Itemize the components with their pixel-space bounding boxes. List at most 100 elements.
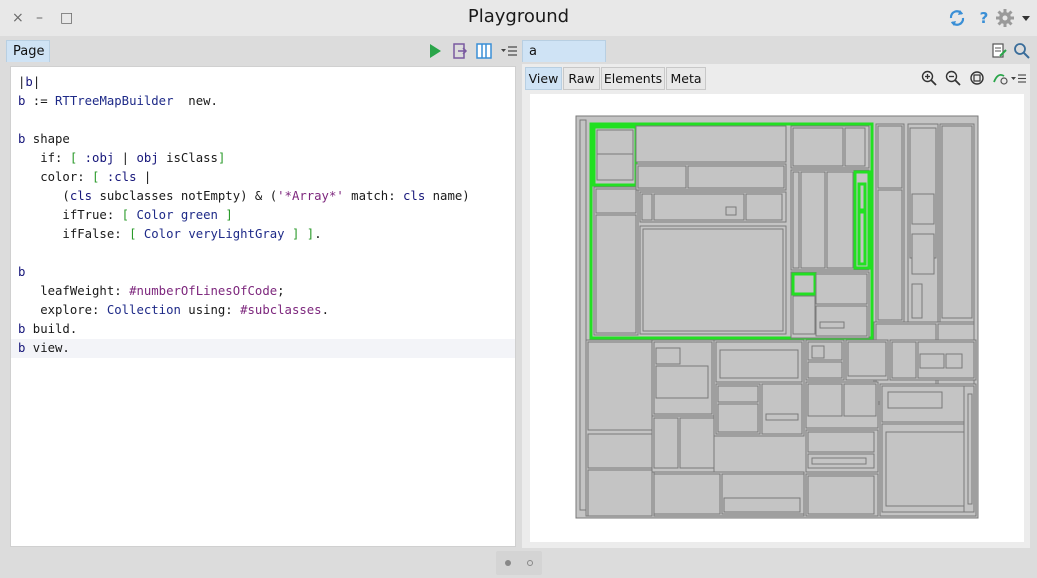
treemap-node[interactable] [811,345,825,359]
right-tab-strip: a RTView× [522,38,1037,82]
left-menu-icon[interactable] [500,42,518,60]
treemap-node[interactable] [844,127,866,167]
treemap-node[interactable] [941,125,973,319]
rtview-panel: View Raw Elements Meta [522,64,1030,548]
treemap-node[interactable] [595,188,637,214]
tab-rtview[interactable]: a RTView× [522,40,606,82]
treemap-highlighted-node[interactable] [857,210,867,266]
history-icon[interactable] [990,42,1008,60]
refresh-icon[interactable] [947,8,967,28]
treemap-node[interactable] [807,361,843,379]
code-editor[interactable]: |b| b := RTTreeMapBuilder new. b shape if:… [10,66,516,547]
treemap-canvas[interactable] [530,94,1024,542]
treemap-node[interactable] [819,321,845,329]
treemap-node[interactable] [807,431,875,453]
subtab-meta[interactable]: Meta [666,67,706,90]
code-line[interactable]: b build. [18,320,77,339]
dropdown-arrow-icon[interactable] [1018,8,1037,28]
treemap-node[interactable] [811,457,867,465]
inspect-icon[interactable] [451,42,469,60]
zoom-in-icon[interactable] [921,70,937,86]
gear-icon[interactable] [995,8,1015,28]
treemap-node[interactable] [655,365,709,399]
treemap-node[interactable] [877,125,903,189]
treemap-node[interactable] [687,165,785,189]
code-line[interactable]: explore: Collection using: #subclasses. [18,301,329,320]
search-icon[interactable] [1013,42,1031,60]
code-line[interactable]: b := RTTreeMapBuilder new. [18,92,218,111]
treemap-node[interactable] [642,228,784,332]
treemap-node[interactable] [745,193,783,221]
treemap-node[interactable] [641,193,653,221]
subtab-raw[interactable]: Raw [563,67,600,90]
treemap-node[interactable] [911,283,923,319]
treemap-node[interactable] [653,473,721,515]
treemap-node[interactable] [945,353,963,369]
code-line[interactable]: color: [ :cls | [18,168,151,187]
treemap-node[interactable] [792,295,816,335]
treemap-node[interactable] [792,127,844,167]
tab-page[interactable]: Page [6,40,50,62]
export-icon[interactable] [992,70,1008,86]
treemap-node[interactable] [653,417,679,469]
treemap-node[interactable] [847,341,887,377]
treemap-node[interactable] [717,385,759,403]
treemap-node[interactable] [815,273,868,305]
treemap-node[interactable] [579,119,587,511]
code-line[interactable]: |b| [18,73,40,92]
treemap-node[interactable] [725,206,737,216]
treemap-node[interactable] [587,433,653,469]
view-menu-icon[interactable] [1011,70,1027,86]
help-icon[interactable]: ? [974,8,994,28]
treemap-node[interactable] [679,417,715,469]
treemap-node[interactable] [826,171,854,269]
treemap-node[interactable] [635,125,787,163]
play-icon[interactable] [426,42,444,60]
bindings-icon[interactable] [475,42,493,60]
treemap-node[interactable] [807,475,875,515]
treemap-node[interactable] [792,171,800,269]
treemap-node[interactable] [717,403,759,433]
treemap-node[interactable] [761,383,803,435]
treemap[interactable] [530,94,1024,542]
treemap-node[interactable] [919,353,945,369]
treemap-node[interactable] [595,214,637,334]
treemap-node[interactable] [723,497,801,513]
page-dot-1[interactable] [505,560,511,566]
treemap-node[interactable] [911,193,935,225]
treemap-node[interactable] [765,413,799,421]
treemap-node[interactable] [637,165,687,189]
code-line[interactable]: (cls subclasses notEmpty) & ('*Array*' m… [18,187,469,206]
code-line[interactable]: b shape [18,130,70,149]
treemap-node[interactable] [587,469,653,517]
treemap-node[interactable] [911,233,935,275]
treemap-node[interactable] [843,383,877,417]
current-line-highlight [11,339,515,358]
code-line[interactable]: ifTrue: [ Color green ] [18,206,232,225]
treemap-node[interactable] [891,341,917,379]
treemap-node[interactable] [877,189,903,321]
subtab-view[interactable]: View [525,67,562,90]
page-dot-2[interactable] [527,560,533,566]
treemap-node[interactable] [655,347,681,365]
treemap-node[interactable] [815,305,868,337]
treemap-highlighted-node[interactable] [791,272,817,296]
treemap-node[interactable] [887,391,943,409]
treemap-node[interactable] [596,129,634,155]
treemap-node[interactable] [967,393,973,505]
code-line[interactable]: if: [ :obj | obj isClass] [18,149,225,168]
treemap-node[interactable] [800,171,826,269]
code-line[interactable]: b view. [18,339,70,358]
treemap-node[interactable] [885,431,967,507]
treemap-highlighted-node[interactable] [857,182,867,212]
code-line[interactable]: ifFalse: [ Color veryLightGray ] ]. [18,225,321,244]
treemap-node[interactable] [587,341,653,431]
treemap-node[interactable] [807,383,843,417]
zoom-out-icon[interactable] [945,70,961,86]
treemap-node[interactable] [719,349,799,379]
code-line[interactable]: leafWeight: #numberOfLinesOfCode; [18,282,284,301]
subtab-elements[interactable]: Elements [601,67,665,90]
treemap-node[interactable] [596,153,634,181]
zoom-fit-icon[interactable] [969,70,985,86]
code-line[interactable]: b [18,263,25,282]
